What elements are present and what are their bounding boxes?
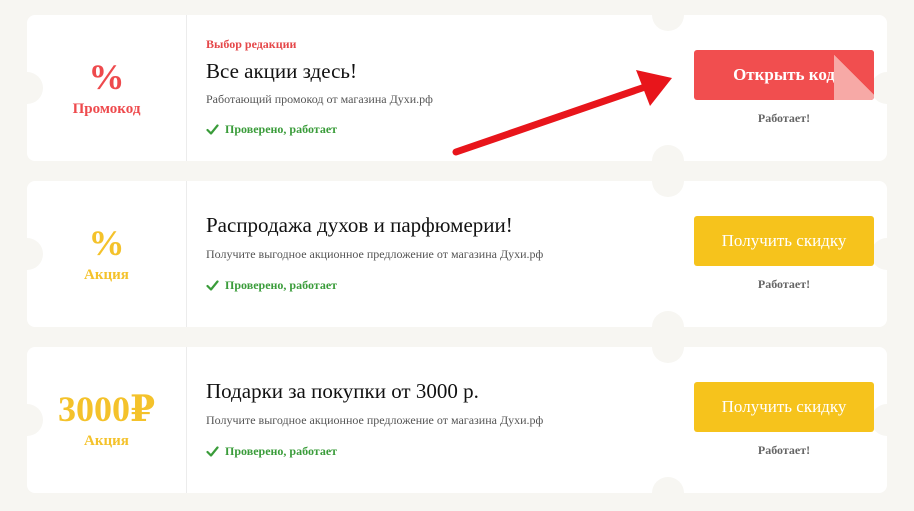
offer-title: Распродажа духов и парфюмерии! xyxy=(206,213,513,237)
verified-text: Проверено, работает xyxy=(225,444,338,458)
badge-label: Акция xyxy=(84,433,129,449)
offer-info: Подарки за покупки от 3000 р. Получите в… xyxy=(206,347,666,493)
code-peel-corner xyxy=(834,50,874,100)
status-text: Работает! xyxy=(757,277,811,291)
offer-info: Выбор редакции Все акции здесь! Работающ… xyxy=(206,15,666,161)
offer-description: Получите выгодное акционное предложение … xyxy=(206,247,544,261)
badge-value: 3000₽ xyxy=(57,389,156,429)
badge-label: Акция xyxy=(84,267,129,283)
badge-value: % xyxy=(88,223,125,263)
verified-status: Проверено, работает xyxy=(206,278,337,293)
check-icon xyxy=(206,124,219,135)
verified-status: Проверено, работает xyxy=(206,122,337,137)
offer-card-2: % Акция Распродажа духов и парфюмерии! П… xyxy=(27,181,887,327)
offer-card-1: % Промокод Выбор редакции Все акции здес… xyxy=(27,15,887,161)
open-code-button[interactable]: Открыть код xyxy=(694,50,874,100)
get-discount-button[interactable]: Получить скидку xyxy=(694,216,874,266)
offer-badge: % Промокод xyxy=(27,15,187,161)
button-label: Получить скидку xyxy=(721,231,847,250)
offer-title: Все акции здесь! xyxy=(206,59,357,83)
verified-status: Проверено, работает xyxy=(206,444,337,459)
offer-title: Подарки за покупки от 3000 р. xyxy=(206,379,479,403)
check-icon xyxy=(206,446,219,457)
verified-text: Проверено, работает xyxy=(225,122,338,136)
verified-text: Проверено, работает xyxy=(225,278,338,292)
button-label: Получить скидку xyxy=(721,397,847,416)
offer-card-3: 3000₽ Акция Подарки за покупки от 3000 р… xyxy=(27,347,887,493)
badge-value: % xyxy=(88,57,125,97)
status-text: Работает! xyxy=(757,443,811,457)
button-label: Открыть код xyxy=(733,65,835,84)
offer-badge: % Акция xyxy=(27,181,187,327)
status-text: Работает! xyxy=(757,111,811,125)
offer-description: Получите выгодное акционное предложение … xyxy=(206,413,544,427)
badge-label: Промокод xyxy=(72,101,141,117)
offer-badge: 3000₽ Акция xyxy=(27,347,187,493)
get-discount-button[interactable]: Получить скидку xyxy=(694,382,874,432)
offer-info: Распродажа духов и парфюмерии! Получите … xyxy=(206,181,666,327)
editor-pick-label: Выбор редакции xyxy=(206,37,297,51)
check-icon xyxy=(206,280,219,291)
offer-description: Работающий промокод от магазина Духи.рф xyxy=(206,92,433,106)
